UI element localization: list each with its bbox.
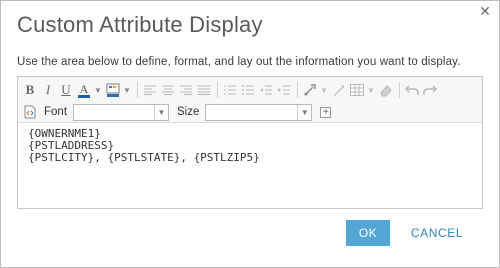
- ok-button[interactable]: OK: [346, 220, 390, 246]
- font-color-dropdown[interactable]: ▼: [94, 81, 102, 99]
- toolbar-row-formatting: B I U A ▼ ▼ ▼ ▼: [22, 80, 440, 100]
- toolbar-row-font: Font ▼ Size ▼ +: [22, 102, 332, 122]
- align-center-icon[interactable]: [160, 81, 176, 99]
- editor-content[interactable]: {OWNERNME1} {PSTLADDRESS} {PSTLCITY}, {P…: [28, 128, 260, 164]
- numbered-list-icon[interactable]: [222, 81, 238, 99]
- font-color-icon[interactable]: A: [76, 81, 92, 99]
- size-select[interactable]: ▼: [205, 103, 313, 121]
- font-select[interactable]: ▼: [73, 103, 170, 121]
- font-label: Font: [44, 106, 68, 118]
- bullet-list-icon[interactable]: [240, 81, 256, 99]
- toolbar-separator: [217, 82, 218, 98]
- toolbar-separator: [137, 82, 138, 98]
- undo-icon[interactable]: [404, 81, 420, 99]
- highlight-color-icon[interactable]: [105, 81, 121, 99]
- table-dropdown[interactable]: ▼: [367, 81, 375, 99]
- insert-image-icon[interactable]: [331, 81, 347, 99]
- bold-icon[interactable]: B: [22, 81, 38, 99]
- rich-text-editor: B I U A ▼ ▼ ▼ ▼ Font ▼ Size ▼ + {OWNERNM…: [17, 76, 483, 209]
- editor-toolbar: B I U A ▼ ▼ ▼ ▼ Font ▼ Size ▼ +: [18, 77, 482, 123]
- italic-icon[interactable]: I: [40, 81, 56, 99]
- align-left-icon[interactable]: [142, 81, 158, 99]
- size-select-value: [206, 109, 209, 121]
- link-icon[interactable]: [302, 81, 318, 99]
- instructions-text: Use the area below to define, format, an…: [17, 56, 461, 68]
- font-select-value: [74, 109, 77, 121]
- underline-icon[interactable]: U: [58, 81, 74, 99]
- indent-icon[interactable]: [276, 81, 292, 99]
- highlight-color-dropdown[interactable]: ▼: [123, 81, 131, 99]
- size-label: Size: [177, 106, 200, 118]
- close-icon[interactable]: ✕: [478, 4, 492, 18]
- redo-icon[interactable]: [422, 81, 438, 99]
- add-size-icon[interactable]: +: [320, 106, 332, 118]
- chevron-down-icon: ▼: [154, 104, 168, 120]
- dialog-title: Custom Attribute Display: [17, 12, 263, 37]
- eraser-icon[interactable]: [378, 81, 394, 99]
- table-icon[interactable]: [349, 81, 365, 99]
- toolbar-separator: [297, 82, 298, 98]
- toolbar-separator: [399, 82, 400, 98]
- outdent-icon[interactable]: [258, 81, 274, 99]
- align-justify-icon[interactable]: [196, 81, 212, 99]
- align-right-icon[interactable]: [178, 81, 194, 99]
- source-view-icon[interactable]: [22, 103, 38, 121]
- cancel-button[interactable]: CANCEL: [405, 220, 469, 246]
- custom-attribute-display-dialog: Custom Attribute Display ✕ Use the area …: [0, 0, 500, 268]
- editor-line: {PSTLCITY}, {PSTLSTATE}, {PSTLZIP5}: [28, 151, 260, 164]
- link-dropdown[interactable]: ▼: [320, 81, 328, 99]
- chevron-down-icon: ▼: [297, 104, 311, 120]
